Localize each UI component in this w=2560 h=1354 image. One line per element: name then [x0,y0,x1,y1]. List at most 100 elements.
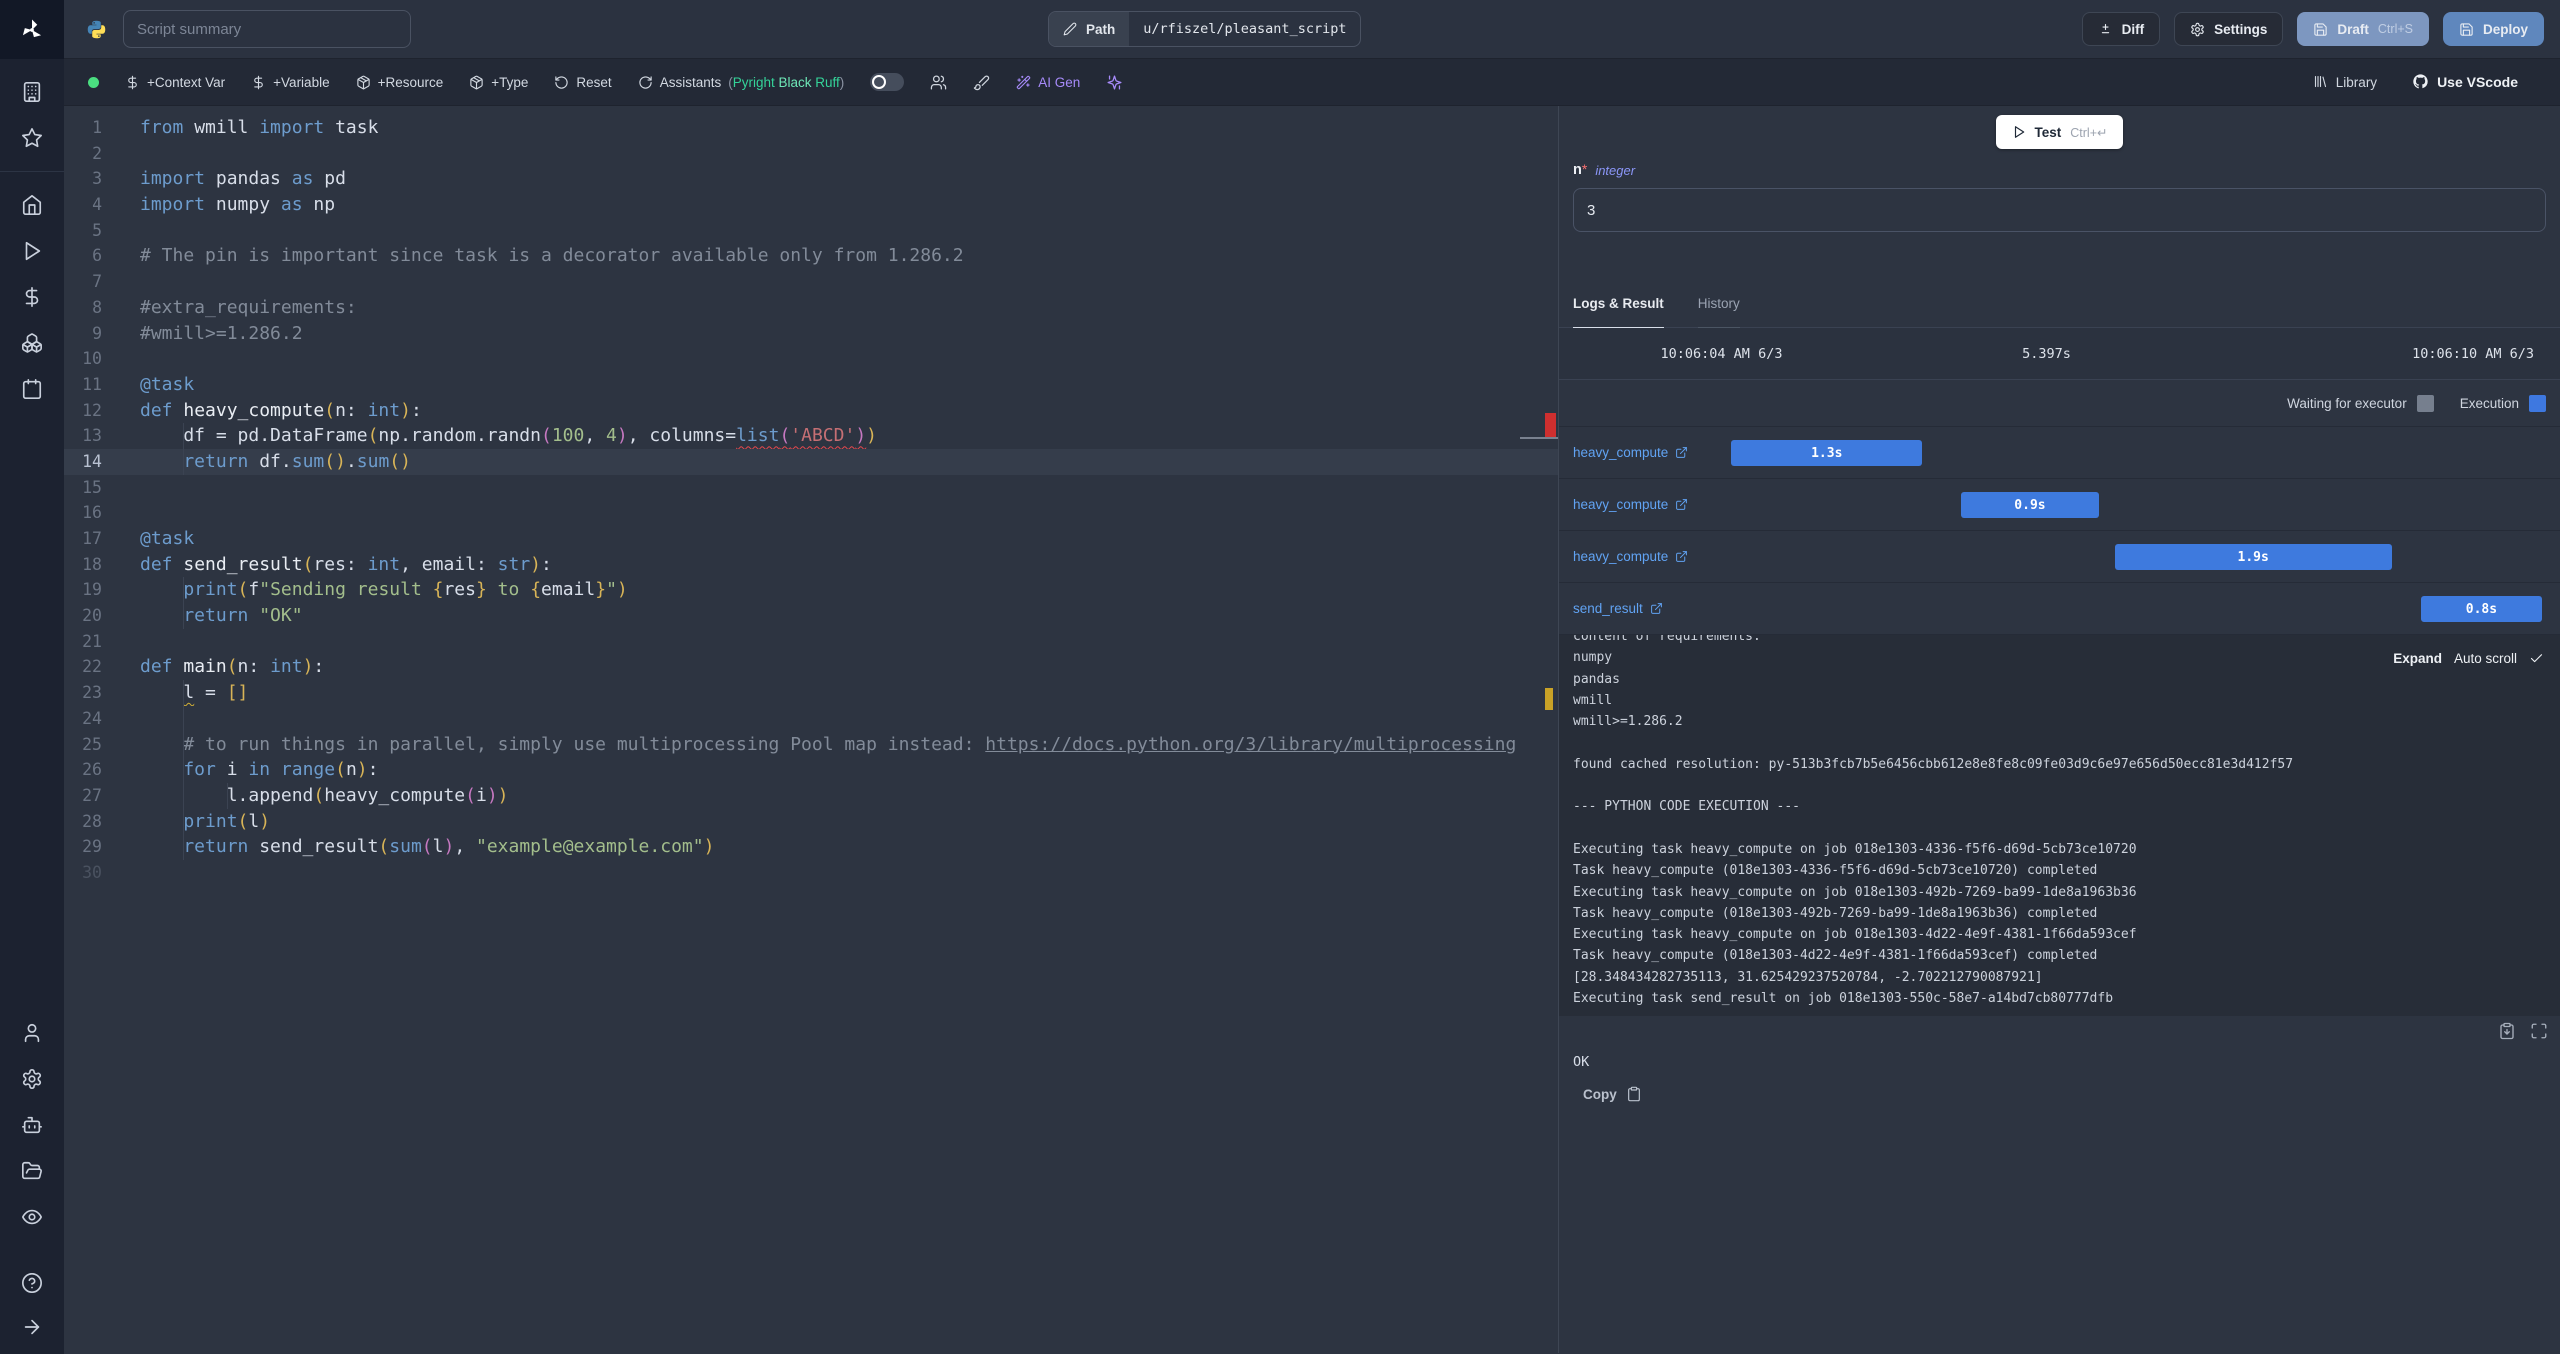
task-link[interactable]: heavy_compute [1573,549,1688,564]
task-link[interactable]: send_result [1573,601,1663,616]
play-icon [2012,125,2026,139]
scrollbar-thumb-edge[interactable] [1520,437,1558,439]
task-link[interactable]: heavy_compute [1573,445,1688,460]
tab-history[interactable]: History [1697,296,1740,328]
code-line[interactable]: 8 #extra_requirements: [64,295,1558,321]
autoscroll-toggle[interactable]: Auto scroll [2454,651,2517,666]
building-icon[interactable] [21,81,43,103]
waiting-swatch [2416,394,2434,412]
legend-waiting: Waiting for executor [2287,394,2434,412]
add-resource-button[interactable]: +Resource [356,75,443,90]
tab-logs-result[interactable]: Logs & Result [1573,296,1664,328]
copy-result-button[interactable]: Copy [1583,1086,1642,1102]
assistants-toggle[interactable] [870,73,905,91]
code-line[interactable]: 12 def heavy_compute(n: int): [64,398,1558,424]
python-language-icon [86,19,107,40]
script-summary-input[interactable] [123,10,411,48]
windmill-logo[interactable] [0,0,64,59]
reset-button[interactable]: Reset [554,75,612,90]
arg-n-input[interactable] [1573,188,2546,232]
settings-button[interactable]: Settings [2174,12,2284,46]
execution-swatch [2529,394,2546,412]
code-line[interactable]: 24 [64,705,1558,732]
add-variable-button[interactable]: +Variable [251,75,330,90]
code-line[interactable]: 16 [64,500,1558,526]
assistants-button[interactable]: Assistants (Pyright Black Ruff) [638,75,844,90]
code-line[interactable]: 4 import numpy as np [64,192,1558,218]
use-vscode-button[interactable]: Use VScode [2413,73,2518,91]
folder-open-icon[interactable] [21,1160,43,1182]
code-line[interactable]: 13 df = pd.DataFrame(np.random.randn(100… [64,423,1558,449]
home-icon[interactable] [21,194,43,216]
arrow-right-icon[interactable] [21,1316,43,1338]
ai-gen-button[interactable]: AI Gen [1016,75,1080,90]
code-line[interactable]: 18 def send_result(res: int, email: str): [64,552,1558,578]
gear-icon[interactable] [21,1068,43,1090]
user-icon[interactable] [21,1022,43,1044]
code-line[interactable]: 23 l = [] [64,680,1558,706]
external-link-icon [1675,498,1688,511]
code-line[interactable]: 29 return send_result(sum(l), "example@e… [64,834,1558,860]
legend-execution: Execution [2460,394,2546,412]
expand-result-icon[interactable] [2530,1022,2548,1040]
expand-logs-button[interactable]: Expand [2393,651,2442,666]
logs-viewer[interactable]: content of requirements: numpy pandas wm… [1559,634,2560,1016]
code-line[interactable]: 9 #wmill>=1.286.2 [64,321,1558,347]
argument-label-row: n* integer [1573,158,2546,182]
code-line[interactable]: 26 for i in range(n): [64,757,1558,783]
code-line[interactable]: 22 def main(n: int): [64,654,1558,680]
execution-bar[interactable]: 1.9s [2114,544,2392,570]
code-line[interactable]: 20 return "OK" [64,603,1558,629]
lsp-status-dot [88,76,99,88]
execution-bar[interactable]: 0.8s [2420,596,2542,622]
help-circle-icon[interactable] [21,1272,43,1294]
copy-logs-icon[interactable] [2498,1022,2516,1040]
script-path-button[interactable]: Path u/rfiszel/pleasant_script [1048,11,1362,47]
required-asterisk: * [1581,161,1588,177]
timeline-legend: Waiting for executor Execution [1559,380,2560,426]
multiplayer-users-icon[interactable] [930,74,947,91]
play-icon[interactable] [21,240,43,262]
code-line[interactable]: 19 print(f"Sending result {res} to {emai… [64,577,1558,604]
boxes-icon[interactable] [21,332,43,354]
code-line[interactable]: 25 # to run things in parallel, simply u… [64,731,1558,758]
code-line[interactable]: 1 from wmill import task [64,115,1558,141]
code-line[interactable]: 6 # The pin is important since task is a … [64,243,1558,269]
code-line[interactable]: 11 @task [64,372,1558,398]
deploy-button[interactable]: Deploy [2442,12,2544,46]
add-type-button[interactable]: +Type [469,75,528,90]
code-line[interactable]: 7 [64,269,1558,295]
library-button[interactable]: Library [2313,74,2377,90]
sidebar-top-group [0,59,64,171]
star-icon[interactable] [21,127,43,149]
execution-bar[interactable]: 1.3s [1731,440,1923,466]
add-context-var-button[interactable]: +Context Var [125,75,225,90]
test-button[interactable]: Test Ctrl+↵ [1995,115,2124,149]
code-line[interactable]: 3 import pandas as pd [64,166,1558,192]
code-line[interactable]: 15 [64,475,1558,501]
result-tabs: Logs & Result History [1559,296,2560,328]
code-line[interactable]: 21 [64,629,1558,655]
timeline-row: heavy_compute 1.9s [1559,530,2560,582]
code-line[interactable]: 5 [64,218,1558,244]
calendar-icon[interactable] [21,378,43,400]
task-link[interactable]: heavy_compute [1573,497,1688,512]
code-line[interactable]: 2 [64,141,1558,167]
code-line[interactable]: 14 return df.sum().sum() [64,448,1558,475]
code-line[interactable]: 28 print(l) [64,808,1558,835]
code-editor[interactable]: 1 from wmill import task 2 3 import pandas a… [64,106,1558,1353]
code-line[interactable]: 27 l.append(heavy_compute(i)) [64,782,1558,809]
eye-icon[interactable] [21,1206,43,1228]
execution-bar[interactable]: 0.9s [1961,492,2099,518]
diff-button[interactable]: Diff [2081,12,2161,46]
bot-icon[interactable] [21,1114,43,1136]
dollar-icon[interactable] [21,286,43,308]
diff-icon [2098,22,2113,37]
log-output: content of requirements: numpy pandas wm… [1573,634,2294,1007]
format-brush-icon[interactable] [973,74,990,91]
sparkles-icon[interactable] [1106,74,1123,91]
code-line[interactable]: 10 [64,346,1558,372]
code-line[interactable]: 30 [64,860,1558,886]
code-line[interactable]: 17 @task [64,526,1558,552]
draft-button[interactable]: Draft Ctrl+S [2297,12,2429,46]
